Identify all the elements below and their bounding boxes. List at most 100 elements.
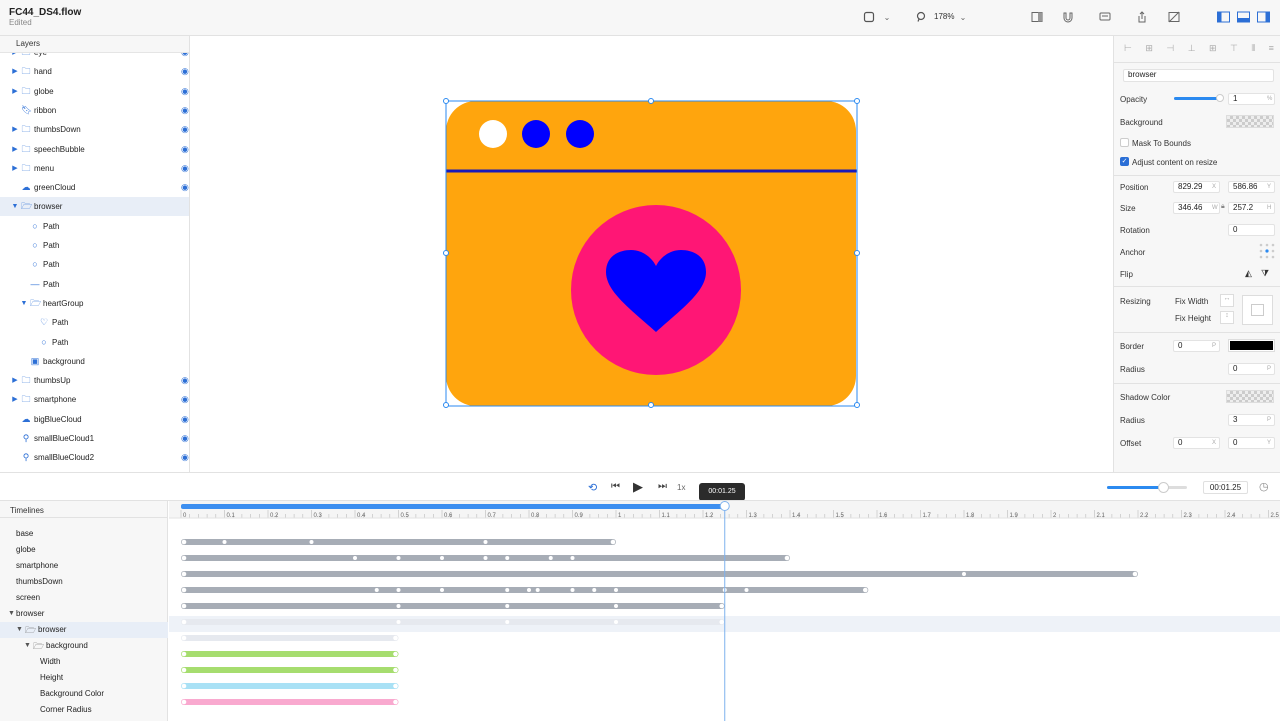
visibility-eye-icon[interactable]: ◉: [181, 120, 189, 139]
track-bar[interactable]: [181, 699, 399, 705]
keyframe-end[interactable]: [863, 587, 868, 593]
keyframe-end[interactable]: [610, 539, 616, 545]
visibility-eye-icon[interactable]: ◉: [181, 53, 189, 62]
timeline-row[interactable]: ▼ browser: [0, 606, 168, 622]
border-color-swatch[interactable]: [1228, 339, 1275, 352]
keyframe-start[interactable]: [181, 667, 187, 673]
shape-tool-icon[interactable]: [862, 11, 876, 25]
loop-icon[interactable]: ⟲: [588, 481, 597, 494]
keyframe[interactable]: [535, 588, 540, 592]
inspector-panel-icon[interactable]: [1030, 11, 1044, 25]
layer-row[interactable]: ⚲ smallBlueCloud2 ◉: [0, 448, 189, 467]
layer-row[interactable]: ○ Path: [0, 217, 189, 236]
timeline-row[interactable]: Height: [0, 670, 168, 686]
layer-row[interactable]: ▶ 🗀︎ hand ◉: [0, 62, 189, 81]
keyframe-start[interactable]: [181, 571, 187, 577]
track-bar[interactable]: [181, 635, 399, 641]
disclosure-collapsed-icon[interactable]: ▶: [11, 159, 19, 178]
layer-row[interactable]: ▶ 🗀︎ smartphone ◉: [0, 390, 189, 409]
comment-icon[interactable]: [1098, 11, 1112, 25]
keyframe-end[interactable]: [393, 699, 398, 705]
shadow-color-swatch[interactable]: [1226, 390, 1274, 403]
work-area-bar[interactable]: [181, 504, 725, 509]
flip-horizontal-icon[interactable]: ◭: [1245, 268, 1252, 279]
layer-row[interactable]: ○ Path: [0, 333, 189, 352]
align-left-icon[interactable]: ⊢: [1124, 43, 1132, 55]
hide-preview-icon[interactable]: [1167, 11, 1181, 25]
visibility-eye-icon[interactable]: ◉: [181, 101, 189, 120]
keyframe-start[interactable]: [181, 619, 187, 625]
layer-row[interactable]: ○ Path: [0, 255, 189, 274]
track-bar[interactable]: [181, 539, 616, 545]
timeline-zoom-slider[interactable]: [1107, 482, 1187, 493]
resize-handle-left[interactable]: [443, 250, 449, 256]
resize-handle-bottom-left[interactable]: [443, 402, 449, 408]
keyframe[interactable]: [374, 588, 379, 592]
keyframe-end[interactable]: [393, 683, 398, 689]
keyframe[interactable]: [744, 588, 749, 592]
timeline-row[interactable]: ▼ 🗁︎ background: [0, 638, 168, 654]
keyframe[interactable]: [483, 556, 488, 560]
layer-row[interactable]: — Path: [0, 275, 189, 294]
resize-handle-bottom[interactable]: [648, 402, 654, 408]
playback-speed[interactable]: 1x: [677, 483, 685, 492]
keyframe[interactable]: [396, 588, 401, 592]
mask-to-bounds-checkbox[interactable]: [1120, 138, 1129, 147]
keyframe-start[interactable]: [181, 683, 187, 689]
keyframe[interactable]: [614, 604, 618, 608]
visibility-eye-icon[interactable]: ◉: [181, 159, 189, 178]
layer-row[interactable]: ▶🗀︎eye ◉: [0, 53, 189, 62]
track-bar[interactable]: [181, 683, 399, 689]
visibility-eye-icon[interactable]: ◉: [181, 410, 189, 429]
align-center-v-icon[interactable]: ⊞: [1209, 43, 1217, 55]
resize-handle-bottom-right[interactable]: [854, 402, 860, 408]
disclosure-expanded-icon[interactable]: ▼: [24, 638, 31, 654]
keyframe[interactable]: [440, 588, 444, 592]
disclosure-collapsed-icon[interactable]: ▶: [11, 390, 19, 409]
keyframe-end[interactable]: [1132, 571, 1138, 577]
keyframe[interactable]: [527, 588, 531, 592]
disclosure-collapsed-icon[interactable]: ▶: [11, 82, 19, 101]
layer-row[interactable]: ♡ Path: [0, 313, 189, 332]
keyframe[interactable]: [592, 588, 597, 592]
layer-name-field[interactable]: browser: [1123, 69, 1274, 82]
layer-row[interactable]: ▼ 🗁︎ heartGroup: [0, 294, 189, 313]
skip-back-icon[interactable]: ⏮︎: [611, 481, 620, 492]
fix-height-toggle[interactable]: ↕: [1220, 311, 1234, 324]
track-bar[interactable]: [181, 651, 399, 657]
layer-row[interactable]: ☁︎ greenCloud ◉: [0, 178, 189, 197]
keyframe[interactable]: [396, 620, 401, 624]
resize-handle-top-right[interactable]: [854, 98, 860, 104]
lock-icon[interactable]: 🔒︎: [1221, 203, 1225, 211]
keyframe[interactable]: [505, 604, 510, 608]
clock-icon[interactable]: ◷: [1259, 480, 1269, 493]
layer-row[interactable]: ▣ background: [0, 352, 189, 371]
keyframe-start[interactable]: [181, 539, 187, 545]
keyframe[interactable]: [483, 540, 488, 544]
track-bar[interactable]: [181, 603, 725, 609]
current-time-field[interactable]: 00:01.25: [1203, 481, 1248, 494]
disclosure-expanded-icon[interactable]: ▼: [20, 294, 28, 313]
layer-row[interactable]: ☁︎ bigBlueCloud ◉: [0, 410, 189, 429]
keyframe-start[interactable]: [181, 699, 187, 705]
keyframe[interactable]: [962, 572, 966, 576]
track-bar[interactable]: [181, 587, 869, 593]
align-bottom-icon[interactable]: ⊥: [1188, 43, 1196, 55]
distribute-h-icon[interactable]: ⫴: [1251, 43, 1255, 55]
disclosure-collapsed-icon[interactable]: ▶: [11, 140, 19, 159]
keyframe-end[interactable]: [393, 651, 398, 657]
keyframe-start[interactable]: [181, 635, 187, 641]
zoom-icon[interactable]: [915, 11, 929, 25]
opacity-slider-knob[interactable]: [1216, 94, 1224, 102]
layer-row[interactable]: 🔖︎ ribbon ◉: [0, 101, 189, 120]
track-bar[interactable]: [181, 571, 1138, 577]
keyframe-end[interactable]: [393, 667, 398, 673]
layer-row[interactable]: ▶ 🗀︎ thumbsUp ◉: [0, 371, 189, 390]
canvas[interactable]: [191, 36, 1112, 472]
playhead-knob[interactable]: [719, 501, 730, 511]
timeline-row[interactable]: base: [0, 526, 168, 542]
keyframe-end[interactable]: [719, 603, 725, 609]
background-color-swatch[interactable]: [1226, 115, 1274, 128]
zoom-chevron-down-icon[interactable]: ⌄: [956, 11, 970, 25]
magnet-icon[interactable]: [1061, 11, 1075, 25]
